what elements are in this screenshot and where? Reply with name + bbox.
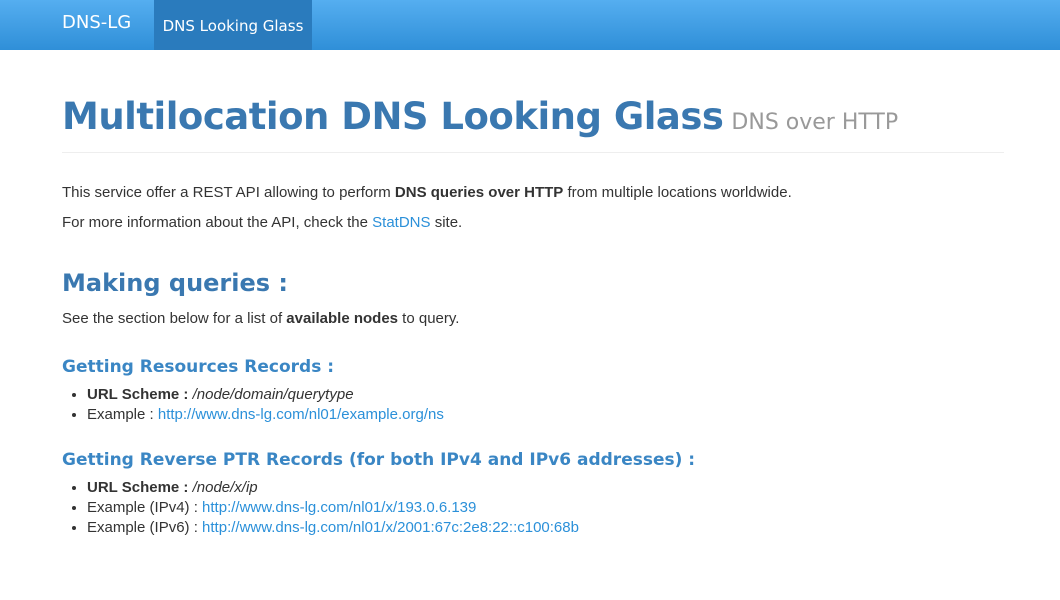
ipv4-example-link[interactable]: http://www.dns-lg.com/nl01/x/193.0.6.139 — [202, 499, 476, 516]
statdns-link[interactable]: StatDNS — [372, 214, 430, 231]
example-label: Example : — [87, 406, 158, 423]
scheme-value: /node/domain/querytype — [192, 386, 354, 403]
page-header: Multilocation DNS Looking Glass DNS over … — [62, 95, 1004, 153]
page-subtitle: DNS over HTTP — [731, 110, 899, 135]
ipv4-label: Example (IPv4) : — [87, 499, 203, 516]
ipv6-label: Example (IPv6) : — [87, 519, 203, 536]
intro-text: This service offer a REST API allowing t… — [62, 184, 395, 201]
reverse-ptr-list: URL Scheme : /node/x/ip Example (IPv4) :… — [62, 478, 1004, 538]
api-info-text-end: site. — [430, 214, 463, 231]
queries-desc-text-end: to query. — [398, 310, 460, 327]
nav-item-dns-looking-glass[interactable]: DNS Looking Glass — [154, 0, 312, 50]
intro-paragraph: This service offer a REST API allowing t… — [62, 183, 1004, 203]
queries-desc-bold: available nodes — [286, 310, 399, 327]
making-queries-heading: Making queries : — [62, 269, 289, 297]
scheme-label: URL Scheme : — [87, 386, 189, 403]
queries-desc-text: See the section below for a list of — [62, 310, 287, 327]
list-item: URL Scheme : /node/domain/querytype — [87, 385, 1004, 405]
ipv6-example-link[interactable]: http://www.dns-lg.com/nl01/x/2001:67c:2e… — [202, 519, 579, 536]
queries-description: See the section below for a list of avai… — [62, 309, 1004, 329]
list-item: URL Scheme : /node/x/ip — [87, 478, 1004, 498]
intro-bold: DNS queries over HTTP — [394, 184, 564, 201]
page-title: Multilocation DNS Looking Glass — [62, 95, 724, 138]
intro-text-end: from multiple locations worldwide. — [563, 184, 792, 201]
resources-records-heading: Getting Resources Records : — [62, 357, 335, 377]
navbar: DNS-LG DNS Looking Glass — [0, 0, 1060, 50]
resources-records-list: URL Scheme : /node/domain/querytype Exam… — [62, 385, 1004, 425]
api-info-paragraph: For more information about the API, chec… — [62, 213, 1004, 233]
list-item: Example : http://www.dns-lg.com/nl01/exa… — [87, 405, 1004, 425]
scheme-value: /node/x/ip — [192, 479, 258, 496]
reverse-ptr-heading: Getting Reverse PTR Records (for both IP… — [62, 450, 696, 470]
api-info-text: For more information about the API, chec… — [62, 214, 373, 231]
list-item: Example (IPv4) : http://www.dns-lg.com/n… — [87, 498, 1004, 518]
scheme-label: URL Scheme : — [87, 479, 189, 496]
list-item: Example (IPv6) : http://www.dns-lg.com/n… — [87, 518, 1004, 538]
main-content: Multilocation DNS Looking Glass DNS over … — [62, 50, 1004, 538]
brand-link[interactable]: DNS-LG — [62, 12, 131, 33]
example-link[interactable]: http://www.dns-lg.com/nl01/example.org/n… — [158, 406, 444, 423]
